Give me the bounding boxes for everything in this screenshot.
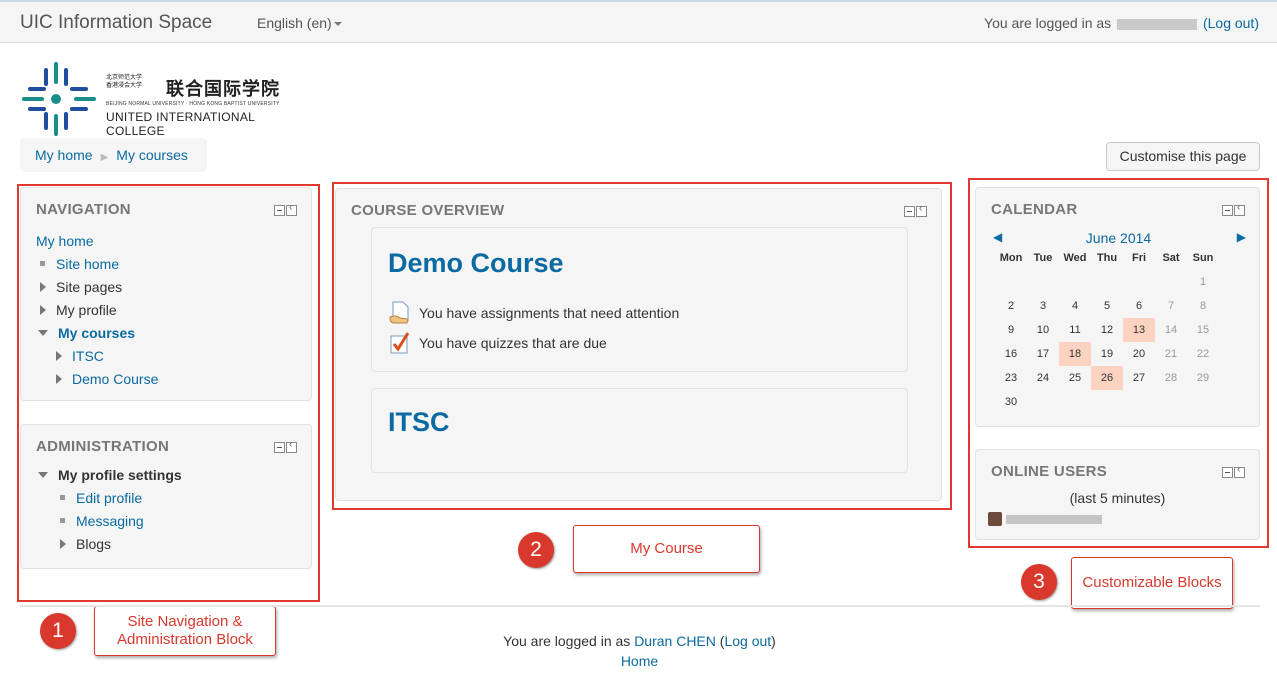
logout-link[interactable]: (Log out) (1203, 15, 1259, 31)
logo-cn-partners: 北京师范大学 香港浸会大学 (106, 75, 143, 89)
footer-login-label: You are logged in as (503, 633, 631, 649)
login-info: You are logged in as (Log out) (984, 15, 1259, 31)
footer-logout-link[interactable]: Log out (724, 633, 771, 649)
annotation-box-blocks (968, 178, 1269, 548)
footer-user-link[interactable]: Duran CHEN (634, 633, 716, 649)
breadcrumb-home[interactable]: My home (35, 147, 93, 163)
footer-home: Home (0, 653, 1277, 669)
annotation-number-2: 2 (518, 532, 554, 568)
annotation-box-navigation (17, 184, 320, 602)
breadcrumb: My home ▶ My courses (20, 138, 207, 172)
redacted-username (1117, 18, 1198, 30)
footer-home-link[interactable]: Home (621, 653, 658, 669)
uic-emblem-icon (22, 62, 96, 136)
logo-college-name: UNITED INTERNATIONAL COLLEGE (106, 110, 255, 138)
breadcrumb-courses[interactable]: My courses (116, 147, 188, 163)
annotation-box-course (332, 182, 952, 510)
annotation-label-3: Customizable Blocks (1071, 557, 1233, 609)
uic-logo[interactable]: 北京师范大学 香港浸会大学 联合国际学院 BEIJING NORMAL UNIVE… (20, 60, 295, 138)
language-menu[interactable]: English (en) (257, 15, 342, 31)
login-info-label: You are logged in as (984, 15, 1112, 31)
language-label: English (en) (257, 15, 332, 31)
customise-page-button[interactable]: Customise this page (1106, 142, 1260, 171)
footer-divider (20, 605, 1260, 607)
logo-cn-name: 联合国际学院 (166, 79, 280, 99)
top-navbar: UIC Information Space English (en) You a… (0, 0, 1277, 43)
caret-down-icon (333, 22, 342, 27)
logo-partners-en: BEIJING NORMAL UNIVERSITY · HONG KONG BA… (106, 101, 280, 107)
annotation-label-2: My Course (573, 525, 760, 573)
site-title-link[interactable]: UIC Information Space (20, 12, 212, 34)
footer-login-info: You are logged in as Duran CHEN (Log out… (503, 633, 776, 649)
annotation-number-3: 3 (1021, 564, 1057, 600)
breadcrumb-separator-icon: ▶ (100, 152, 109, 163)
